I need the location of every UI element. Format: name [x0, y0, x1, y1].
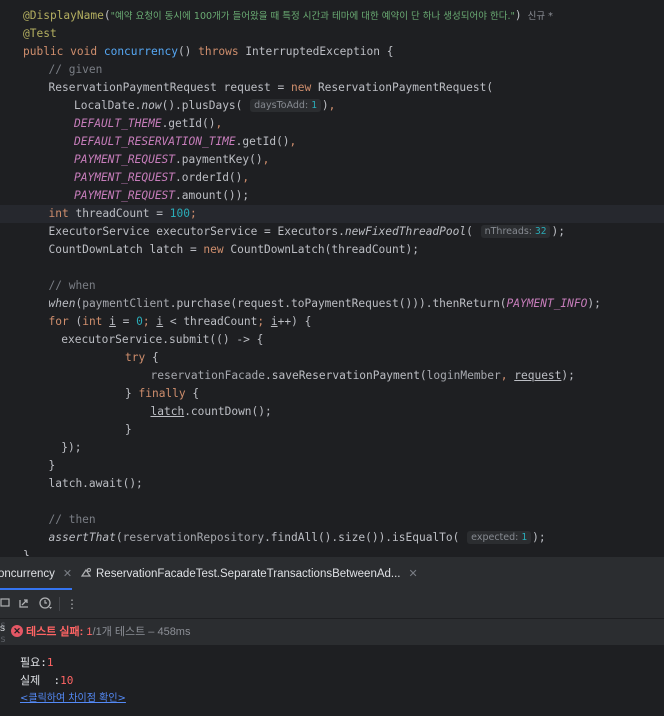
param-hint: expected: 1 — [467, 531, 532, 544]
code-line[interactable]: // then — [0, 511, 664, 529]
code-text: public void concurrency() throws Interru… — [23, 45, 394, 58]
actual-line: 실제 :10 — [20, 673, 73, 689]
code-text: ExecutorService executorService = Execut… — [48, 225, 565, 238]
code-text: try { — [125, 351, 159, 364]
code-line[interactable]: } — [0, 547, 664, 556]
code-line[interactable]: // given — [0, 61, 664, 79]
code-text: @DisplayName("예약 요청이 동시에 100개가 들어왔을 때 특정… — [23, 9, 553, 22]
code-line[interactable]: latch.countDown(); — [0, 403, 664, 421]
vcs-new-tag: 신규 * — [521, 11, 553, 22]
tab-reservation-facade-test[interactable]: ReservationFacadeTest.SeparateTransactio… — [80, 557, 418, 591]
code-line[interactable]: } finally { — [0, 385, 664, 403]
run-tabs: oncurrency ✕ ReservationFacadeTest.Separa… — [0, 556, 664, 591]
actual-value: 10 — [60, 674, 74, 687]
expected-value: 1 — [46, 656, 54, 669]
code-text: // when — [48, 279, 96, 292]
code-line[interactable]: @DisplayName("예약 요청이 동시에 100개가 들어왔을 때 특정… — [0, 7, 664, 25]
code-text: LocalDate.now().plusDays( daysToAdd: 1), — [74, 99, 336, 112]
code-editor[interactable]: @DisplayName("예약 요청이 동시에 100개가 들어왔을 때 특정… — [0, 0, 664, 556]
code-text: // then — [48, 513, 96, 526]
tab-concurrency[interactable]: oncurrency ✕ — [0, 557, 72, 591]
code-text: ReservationPaymentRequest request = new … — [48, 81, 494, 94]
code-text: } finally { — [125, 387, 200, 400]
code-line[interactable]: ReservationPaymentRequest request = new … — [0, 79, 664, 97]
code-line[interactable]: } — [0, 421, 664, 439]
code-line[interactable]: PAYMENT_REQUEST.orderId(), — [0, 169, 664, 187]
tree-edge-lower: ss — [0, 620, 6, 645]
code-text: latch.await(); — [48, 477, 143, 490]
close-icon[interactable]: ✕ — [63, 568, 72, 580]
code-text: PAYMENT_REQUEST.orderId(), — [74, 171, 250, 184]
expected-line: 필요:1 — [20, 655, 54, 671]
actual-label: 실제 : — [20, 674, 61, 687]
code-line[interactable]: LocalDate.now().plusDays( daysToAdd: 1), — [0, 97, 664, 115]
code-line[interactable]: ExecutorService executorService = Execut… — [0, 223, 664, 241]
code-line[interactable]: PAYMENT_REQUEST.amount()); — [0, 187, 664, 205]
code-line[interactable]: DEFAULT_RESERVATION_TIME.getId(), — [0, 133, 664, 151]
code-line[interactable]: latch.await(); — [0, 475, 664, 493]
code-text: assertThat(reservationRepository.findAll… — [48, 531, 546, 544]
diff-link[interactable]: <클릭하여 차이점 확인> — [20, 691, 126, 707]
code-line[interactable]: @Test — [0, 25, 664, 43]
code-text: }); — [61, 441, 82, 454]
code-text: DEFAULT_RESERVATION_TIME.getId(), — [74, 135, 297, 148]
code-line[interactable] — [0, 493, 664, 511]
test-status-bar: s ✕ 테스트 실패: 1/1개 테스트 – 458ms — [0, 619, 664, 645]
code-text: for (int i = 0; i < threadCount; i++) { — [48, 315, 312, 328]
error-icon: ✕ — [11, 625, 23, 637]
console-output[interactable]: ss 필요:1 실제 :10 <클릭하여 차이점 확인> — [0, 620, 664, 716]
expected-label: 필요: — [20, 656, 47, 669]
code-text: when(paymentClient.purchase(request.toPa… — [48, 297, 601, 310]
code-text: PAYMENT_REQUEST.amount()); — [74, 189, 250, 202]
code-line[interactable]: public void concurrency() throws Interru… — [0, 43, 664, 61]
code-line[interactable]: for (int i = 0; i < threadCount; i++) { — [0, 313, 664, 331]
more-icon[interactable]: ⋮ — [64, 596, 80, 612]
fail-label: 테스트 실패: — [26, 626, 84, 638]
close-icon[interactable]: ✕ — [409, 568, 418, 580]
code-text: // given — [48, 63, 103, 76]
code-text: DEFAULT_THEME.getId(), — [74, 117, 223, 130]
code-text: latch.countDown(); — [150, 405, 272, 418]
code-line[interactable]: executorService.submit(() -> { — [0, 331, 664, 349]
run-toolbar: ⋮ — [0, 590, 664, 619]
code-line[interactable]: } — [0, 457, 664, 475]
export-icon[interactable] — [16, 596, 32, 612]
code-text: } — [125, 423, 132, 436]
code-text: } — [23, 549, 30, 556]
code-line[interactable]: }); — [0, 439, 664, 457]
fail-detail: /1개 테스트 – 458ms — [92, 626, 191, 638]
code-line[interactable]: reservationFacade.saveReservationPayment… — [0, 367, 664, 385]
code-line[interactable]: CountDownLatch latch = new CountDownLatc… — [0, 241, 664, 259]
rerun-icon[interactable] — [0, 596, 14, 612]
code-line[interactable]: assertThat(reservationRepository.findAll… — [0, 529, 664, 547]
tab-reservation-facade-test-label: ReservationFacadeTest.SeparateTransactio… — [96, 568, 401, 580]
code-text: PAYMENT_REQUEST.paymentKey(), — [74, 153, 270, 166]
code-text: int threadCount = 100; — [48, 207, 197, 220]
code-line[interactable]: when(paymentClient.purchase(request.toPa… — [0, 295, 664, 313]
code-line[interactable]: try { — [0, 349, 664, 367]
code-text: } — [48, 459, 56, 472]
code-line[interactable]: int threadCount = 100; — [0, 205, 664, 223]
tab-concurrency-label: oncurrency — [0, 568, 55, 580]
history-icon[interactable] — [38, 596, 54, 612]
code-text: reservationFacade.saveReservationPayment… — [150, 369, 575, 382]
code-text: @Test — [23, 27, 57, 40]
test-config-icon — [80, 559, 92, 577]
code-line[interactable]: PAYMENT_REQUEST.paymentKey(), — [0, 151, 664, 169]
code-line[interactable] — [0, 259, 664, 277]
code-line[interactable]: // when — [0, 277, 664, 295]
param-hint: nThreads: 32 — [480, 225, 551, 238]
param-hint: daysToAdd: 1 — [250, 99, 321, 112]
toolbar-divider — [59, 597, 60, 611]
code-line[interactable]: DEFAULT_THEME.getId(), — [0, 115, 664, 133]
code-text: executorService.submit(() -> { — [61, 333, 264, 346]
code-text: CountDownLatch latch = new CountDownLatc… — [48, 243, 419, 256]
